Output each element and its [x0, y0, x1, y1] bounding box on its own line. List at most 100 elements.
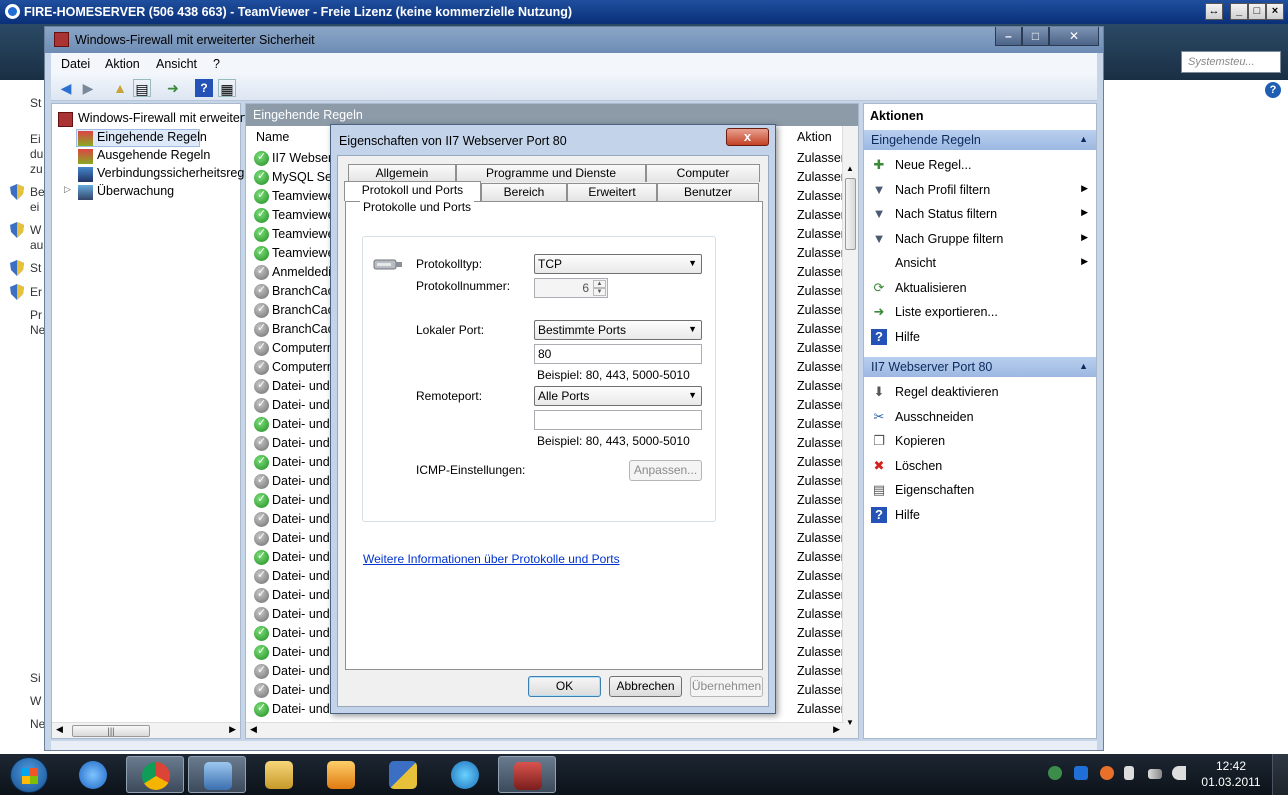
minimize-button[interactable]: _ — [1230, 3, 1248, 20]
protocol-type-select[interactable]: TCP ▼ — [534, 254, 702, 274]
protocol-number-stepper[interactable]: 6 ▲ ▼ — [534, 278, 608, 298]
local-port-select[interactable]: Bestimmte Ports ▼ — [534, 320, 702, 340]
menu-datei[interactable]: Datei — [61, 57, 90, 71]
maximize-button[interactable]: □ — [1248, 3, 1266, 20]
clock[interactable]: 12:42 01.03.2011 — [1196, 758, 1266, 790]
scrollbar-thumb[interactable] — [845, 178, 856, 250]
action-item[interactable]: ? Hilfe — [864, 504, 1096, 526]
taskbar-wmp[interactable] — [436, 756, 494, 793]
tab-computer[interactable]: Computer — [646, 164, 760, 182]
scrollbar-thumb[interactable]: ||| — [72, 725, 150, 737]
back-icon[interactable]: ◀ — [57, 79, 75, 97]
tab-benutzer[interactable]: Benutzer — [657, 183, 759, 201]
taskbar-firewall[interactable] — [498, 756, 556, 793]
action-item[interactable]: Ansicht ▶ — [864, 252, 1096, 274]
remote-port-input[interactable] — [534, 410, 702, 430]
action-item[interactable]: ▼ Nach Gruppe filtern ▶ — [864, 228, 1096, 250]
actions-section-rule[interactable]: II7 Webserver Port 80 ▲ — [864, 357, 1096, 377]
forward-icon[interactable]: ▶ — [79, 79, 97, 97]
apply-button[interactable]: Übernehmen — [690, 676, 763, 697]
menu-ansicht[interactable]: Ansicht — [156, 57, 197, 71]
taskbar-media[interactable] — [312, 756, 370, 793]
bg-text[interactable]: Er — [30, 285, 42, 299]
cancel-button[interactable]: Abbrechen — [609, 676, 682, 697]
tree-horizontal-scrollbar[interactable]: ◀ ||| ▶ — [52, 722, 240, 738]
tab-bereich[interactable]: Bereich — [481, 183, 567, 201]
action-item[interactable]: ▤ Eigenschaften — [864, 479, 1096, 501]
scroll-right-icon[interactable]: ▶ — [833, 724, 840, 735]
collapse-icon[interactable]: ▲ — [1079, 361, 1088, 371]
column-header-name[interactable]: Name — [256, 130, 289, 144]
start-button[interactable] — [10, 757, 48, 793]
up-folder-icon[interactable]: ▲ — [111, 79, 129, 97]
action-item[interactable]: ⟳ Aktualisieren — [864, 277, 1096, 299]
expand-icon[interactable]: ▷ — [64, 184, 71, 195]
dialog-close-button[interactable]: x — [726, 128, 769, 146]
tab-protokoll-ports[interactable]: Protokoll und Ports — [344, 181, 481, 201]
tab-allgemein[interactable]: Allgemein — [348, 164, 456, 182]
tab-programme-dienste[interactable]: Programme und Dienste — [456, 164, 646, 182]
tree-item-monitoring[interactable]: Überwachung — [97, 184, 174, 198]
scroll-up-icon[interactable]: ▲ — [846, 164, 854, 173]
scroll-right-icon[interactable]: ▶ — [229, 724, 236, 735]
taskbar-remote[interactable] — [188, 756, 246, 793]
taskbar-chrome[interactable] — [126, 756, 184, 793]
more-info-link[interactable]: Weitere Informationen über Protokolle un… — [363, 552, 620, 566]
action-item[interactable]: ? Hilfe — [864, 326, 1096, 348]
action-item[interactable]: ✖ Löschen — [864, 455, 1096, 477]
column-header-action[interactable]: Aktion — [797, 130, 832, 144]
volume-icon[interactable] — [1172, 766, 1186, 780]
taskbar-explorer[interactable] — [250, 756, 308, 793]
show-desktop-button[interactable] — [1272, 754, 1288, 795]
signal-icon[interactable] — [1148, 769, 1162, 779]
ok-button[interactable]: OK — [528, 676, 601, 697]
menu-aktion[interactable]: Aktion — [105, 57, 140, 71]
menu-help[interactable]: ? — [213, 57, 220, 71]
minimize-button[interactable]: – — [995, 27, 1022, 46]
remote-port-select[interactable]: Alle Ports ▼ — [534, 386, 702, 406]
tree-item-outbound[interactable]: Ausgehende Regeln — [97, 148, 210, 162]
control-panel-search-input[interactable]: Systemsteu... — [1181, 51, 1281, 73]
rules-vertical-scrollbar[interactable]: ▲ ▼ — [842, 126, 858, 738]
update-icon[interactable] — [1100, 766, 1114, 780]
bg-text[interactable]: ei — [30, 200, 39, 214]
spin-up-icon[interactable]: ▲ — [593, 280, 606, 288]
maximize-button[interactable]: □ — [1022, 27, 1049, 46]
help-icon[interactable]: ? — [195, 79, 213, 97]
scroll-left-icon[interactable]: ◀ — [250, 724, 257, 735]
show-actions-icon[interactable]: ▦ — [218, 79, 236, 97]
actions-section-inbound[interactable]: Eingehende Regeln ▲ — [864, 130, 1096, 150]
scroll-left-icon[interactable]: ◀ — [56, 724, 63, 735]
spin-down-icon[interactable]: ▼ — [593, 288, 606, 296]
action-item[interactable]: ▼ Nach Status filtern ▶ — [864, 203, 1096, 225]
action-item[interactable]: ⬇ Regel deaktivieren — [864, 381, 1096, 403]
local-port-input[interactable]: 80 — [534, 344, 702, 364]
close-button[interactable]: ✕ — [1049, 27, 1099, 46]
action-item[interactable]: ✚ Neue Regel... — [864, 154, 1096, 176]
action-item[interactable]: ✂ Ausschneiden — [864, 406, 1096, 428]
resize-icon[interactable]: ↔ — [1205, 3, 1223, 20]
icmp-customize-button[interactable]: Anpassen... — [629, 460, 702, 481]
taskbar-admin[interactable] — [374, 756, 432, 793]
collapse-icon[interactable]: ▲ — [1079, 134, 1088, 144]
tree-item-connection-security[interactable]: Verbindungssicherheitsrege — [97, 166, 251, 180]
show-tree-icon[interactable]: ▤ — [133, 79, 151, 97]
flag-icon[interactable] — [1124, 766, 1134, 780]
bg-text[interactable]: W — [30, 223, 41, 237]
action-item[interactable]: ▼ Nach Profil filtern ▶ — [864, 179, 1096, 201]
tab-erweitert[interactable]: Erweitert — [567, 183, 657, 201]
close-button[interactable]: × — [1266, 3, 1284, 20]
action-item[interactable]: ❐ Kopieren — [864, 430, 1096, 452]
network-globe-icon[interactable] — [1048, 766, 1062, 780]
export-icon[interactable]: ➜ — [164, 79, 182, 97]
teamviewer-tray-icon[interactable] — [1074, 766, 1088, 780]
bg-text[interactable]: au — [30, 238, 43, 252]
rules-horizontal-scrollbar[interactable]: ◀ ▶ — [246, 722, 844, 738]
scroll-down-icon[interactable]: ▼ — [846, 718, 854, 727]
bg-text[interactable]: St — [30, 261, 41, 275]
taskbar-ie[interactable] — [64, 756, 122, 793]
bg-text[interactable]: Be — [30, 185, 45, 199]
action-item[interactable]: ➜ Liste exportieren... — [864, 301, 1096, 323]
help-icon[interactable]: ? — [1265, 82, 1281, 98]
bg-text[interactable]: Pr — [30, 308, 42, 322]
